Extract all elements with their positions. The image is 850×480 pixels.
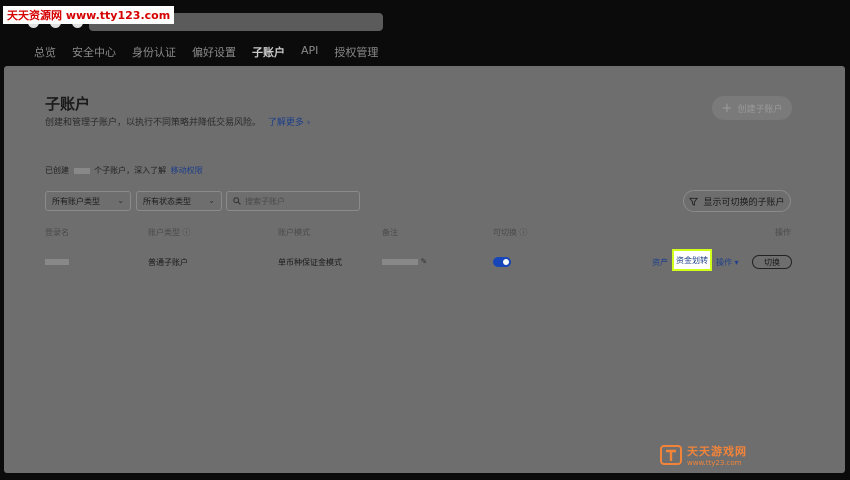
nav-item-overview[interactable]: 总览 <box>34 44 56 60</box>
assets-link[interactable]: 资产 <box>652 257 668 268</box>
account-mode-cell: 单币种保证金模式 <box>278 258 342 267</box>
learn-more-link[interactable]: 了解更多 › <box>268 118 310 128</box>
status-type-select[interactable]: 所有状态类型 ⌄ <box>136 191 222 211</box>
login-name-cell <box>45 257 69 266</box>
status-type-value: 所有状态类型 <box>143 196 191 206</box>
count-suffix: 个子账户，深入了解 <box>94 166 167 175</box>
brand-logo-text: 天天游戏网 www.tty23.com <box>687 443 747 467</box>
create-subaccount-button[interactable]: + 创建子账户 <box>712 96 792 120</box>
search-placeholder: 搜索子账户 <box>245 196 285 206</box>
chevron-down-icon: ⌄ <box>117 196 124 205</box>
nav-item-identity[interactable]: 身份认证 <box>132 44 176 60</box>
transfer-button[interactable]: 资金划转 <box>672 249 712 271</box>
main-panel: 子账户 创建和管理子账户，以执行不同策略并降低交易风险。 了解更多 › + 创建… <box>4 66 845 473</box>
column-header-account-mode: 账户模式 <box>278 228 310 237</box>
nav-item-preferences[interactable]: 偏好设置 <box>192 44 236 60</box>
page-description-text: 创建和管理子账户，以执行不同策略并降低交易风险。 <box>45 118 262 128</box>
nav-item-subaccounts[interactable]: 子账户 <box>252 44 285 60</box>
top-nav: 总览 安全中心 身份认证 偏好设置 子账户 API 授权管理 <box>34 44 394 60</box>
remark-cell: ✎ <box>382 257 427 266</box>
brand-logo-url: www.tty23.com <box>687 459 742 467</box>
create-subaccount-label: 创建子账户 <box>737 104 783 115</box>
search-icon <box>233 197 241 205</box>
chevron-down-icon: ⌄ <box>208 196 215 205</box>
brand-logo-icon <box>660 445 682 465</box>
column-header-login-name: 登录名 <box>45 228 69 237</box>
column-header-account-type: 账户类型 ⓘ <box>148 228 191 237</box>
redacted-login-name <box>45 258 69 265</box>
account-type-value: 所有账户类型 <box>52 196 100 206</box>
redacted-count <box>73 167 90 174</box>
subaccount-count-line: 已创建 个子账户，深入了解 移动权限 <box>45 165 203 176</box>
nav-item-security[interactable]: 安全中心 <box>72 44 116 60</box>
switch-account-button[interactable]: 切换 <box>752 255 792 269</box>
redacted-remark <box>382 258 418 265</box>
column-header-actions: 操作 <box>775 228 791 237</box>
page-title: 子账户 <box>45 95 91 113</box>
column-header-switchable: 可切换 ⓘ <box>493 228 528 237</box>
show-switchable-button[interactable]: 显示可切换的子账户 <box>683 190 791 212</box>
operations-dropdown[interactable]: 操作 ▾ <box>716 257 739 268</box>
page-description: 创建和管理子账户，以执行不同策略并降低交易风险。 了解更多 › <box>45 115 310 128</box>
column-header-remark: 备注 <box>382 228 398 237</box>
edit-icon[interactable]: ✎ <box>421 257 428 266</box>
count-prefix: 已创建 <box>45 166 69 175</box>
nav-item-authorization[interactable]: 授权管理 <box>334 44 378 60</box>
account-type-cell: 普通子账户 <box>148 258 188 267</box>
filter-icon <box>689 197 699 206</box>
show-switchable-label: 显示可切换的子账户 <box>703 197 785 208</box>
permissions-link[interactable]: 移动权限 <box>171 166 203 175</box>
brand-logo-name: 天天游戏网 <box>687 445 747 458</box>
account-type-select[interactable]: 所有账户类型 ⌄ <box>45 191 131 211</box>
search-input[interactable]: 搜索子账户 <box>226 191 360 211</box>
nav-item-api[interactable]: API <box>301 44 318 60</box>
brand-logo: 天天游戏网 www.tty23.com <box>659 443 747 467</box>
plus-icon: + <box>721 100 733 116</box>
switchable-toggle[interactable] <box>493 257 511 267</box>
watermark: 天天资源网 www.tty123.com <box>3 6 175 24</box>
